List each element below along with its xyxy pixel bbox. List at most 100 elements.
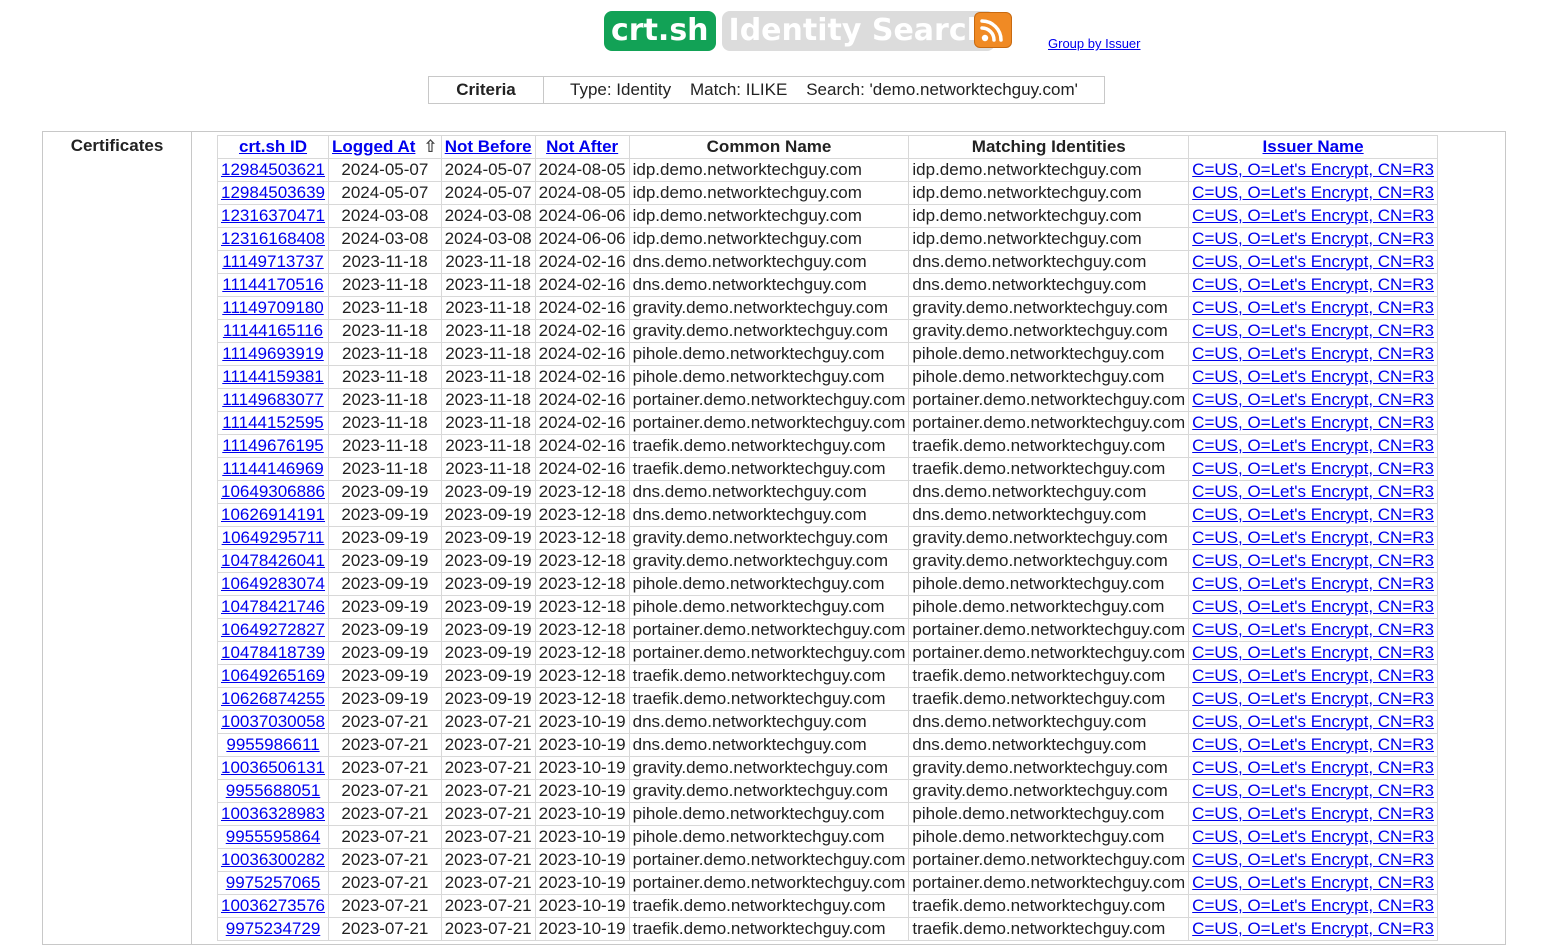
site-logo[interactable]: crt.sh Identity Search (604, 11, 995, 51)
issuer-name-cell[interactable]: C=US, O=Let's Encrypt, CN=R3 (1188, 733, 1438, 757)
issuer-name-cell[interactable]: C=US, O=Let's Encrypt, CN=R3 (1188, 250, 1438, 274)
issuer-name-link[interactable]: C=US, O=Let's Encrypt, CN=R3 (1192, 206, 1434, 225)
issuer-name-cell[interactable]: C=US, O=Let's Encrypt, CN=R3 (1188, 871, 1438, 895)
issuer-name-link[interactable]: C=US, O=Let's Encrypt, CN=R3 (1192, 298, 1434, 317)
issuer-name-cell[interactable]: C=US, O=Let's Encrypt, CN=R3 (1188, 342, 1438, 366)
cert-id-link[interactable]: 10036300282 (221, 850, 325, 869)
cert-id-link[interactable]: 11144170516 (222, 275, 323, 294)
issuer-name-link[interactable]: C=US, O=Let's Encrypt, CN=R3 (1192, 597, 1434, 616)
cert-id-cell[interactable]: 12984503639 (216, 181, 330, 205)
cert-id-cell[interactable]: 11144146969 (216, 457, 330, 481)
cert-id-link[interactable]: 10036273576 (221, 896, 325, 915)
issuer-name-link[interactable]: C=US, O=Let's Encrypt, CN=R3 (1192, 160, 1434, 179)
cert-id-cell[interactable]: 11149676195 (216, 434, 330, 458)
cert-id-link[interactable]: 10478418739 (221, 643, 325, 662)
cert-id-link[interactable]: 11149713737 (222, 252, 323, 271)
issuer-name-link[interactable]: C=US, O=Let's Encrypt, CN=R3 (1192, 183, 1434, 202)
issuer-name-link[interactable]: C=US, O=Let's Encrypt, CN=R3 (1192, 850, 1434, 869)
cert-id-link[interactable]: 9955595864 (226, 827, 321, 846)
issuer-name-cell[interactable]: C=US, O=Let's Encrypt, CN=R3 (1188, 894, 1438, 918)
cert-id-cell[interactable]: 11149709180 (216, 296, 330, 320)
issuer-name-link[interactable]: C=US, O=Let's Encrypt, CN=R3 (1192, 229, 1434, 248)
cert-id-link[interactable]: 10649295711 (222, 528, 325, 547)
issuer-name-link[interactable]: C=US, O=Let's Encrypt, CN=R3 (1192, 367, 1434, 386)
issuer-name-link[interactable]: C=US, O=Let's Encrypt, CN=R3 (1192, 459, 1434, 478)
cert-id-link[interactable]: 10626874255 (221, 689, 325, 708)
issuer-name-cell[interactable]: C=US, O=Let's Encrypt, CN=R3 (1188, 388, 1438, 412)
cert-id-link[interactable]: 11144152595 (222, 413, 323, 432)
cert-id-link[interactable]: 10036328983 (221, 804, 325, 823)
issuer-name-cell[interactable]: C=US, O=Let's Encrypt, CN=R3 (1188, 365, 1438, 389)
issuer-name-cell[interactable]: C=US, O=Let's Encrypt, CN=R3 (1188, 296, 1438, 320)
cert-id-cell[interactable]: 9955688051 (216, 779, 330, 803)
cert-id-link[interactable]: 12984503639 (221, 183, 325, 202)
col-header-issuer-name[interactable]: Issuer Name (1188, 135, 1438, 159)
issuer-name-link[interactable]: C=US, O=Let's Encrypt, CN=R3 (1192, 804, 1434, 823)
cert-id-cell[interactable]: 11149693919 (216, 342, 330, 366)
cert-id-cell[interactable]: 10037030058 (216, 710, 330, 734)
issuer-name-cell[interactable]: C=US, O=Let's Encrypt, CN=R3 (1188, 319, 1438, 343)
cert-id-link[interactable]: 9955688051 (226, 781, 321, 800)
issuer-name-cell[interactable]: C=US, O=Let's Encrypt, CN=R3 (1188, 802, 1438, 826)
cert-id-cell[interactable]: 10478426041 (216, 549, 330, 573)
cert-id-link[interactable]: 11144165116 (223, 321, 323, 340)
cert-id-link[interactable]: 11149693919 (222, 344, 323, 363)
cert-id-link[interactable]: 11144146969 (222, 459, 323, 478)
cert-id-cell[interactable]: 10036506131 (216, 756, 330, 780)
issuer-name-cell[interactable]: C=US, O=Let's Encrypt, CN=R3 (1188, 227, 1438, 251)
issuer-name-cell[interactable]: C=US, O=Let's Encrypt, CN=R3 (1188, 503, 1438, 527)
issuer-name-cell[interactable]: C=US, O=Let's Encrypt, CN=R3 (1188, 618, 1438, 642)
issuer-name-link[interactable]: C=US, O=Let's Encrypt, CN=R3 (1192, 574, 1434, 593)
issuer-name-cell[interactable]: C=US, O=Let's Encrypt, CN=R3 (1188, 687, 1438, 711)
cert-id-cell[interactable]: 11144165116 (216, 319, 330, 343)
cert-id-link[interactable]: 11149676195 (222, 436, 323, 455)
col-header-crtsh-id[interactable]: crt.sh ID (216, 135, 330, 159)
issuer-name-link[interactable]: C=US, O=Let's Encrypt, CN=R3 (1192, 735, 1434, 754)
cert-id-cell[interactable]: 10036328983 (216, 802, 330, 826)
cert-id-cell[interactable]: 10649283074 (216, 572, 330, 596)
issuer-name-link[interactable]: C=US, O=Let's Encrypt, CN=R3 (1192, 551, 1434, 570)
cert-id-cell[interactable]: 10036300282 (216, 848, 330, 872)
issuer-name-cell[interactable]: C=US, O=Let's Encrypt, CN=R3 (1188, 710, 1438, 734)
rss-feed-icon[interactable] (974, 12, 1012, 48)
cert-id-cell[interactable]: 10649306886 (216, 480, 330, 504)
cert-id-link[interactable]: 11149683077 (222, 390, 323, 409)
cert-id-link[interactable]: 10478426041 (221, 551, 325, 570)
cert-id-cell[interactable]: 10649295711 (216, 526, 330, 550)
issuer-name-cell[interactable]: C=US, O=Let's Encrypt, CN=R3 (1188, 434, 1438, 458)
cert-id-link[interactable]: 9975234729 (226, 919, 321, 938)
issuer-name-link[interactable]: C=US, O=Let's Encrypt, CN=R3 (1192, 689, 1434, 708)
issuer-name-link[interactable]: C=US, O=Let's Encrypt, CN=R3 (1192, 620, 1434, 639)
cert-id-link[interactable]: 12316370471 (221, 206, 325, 225)
cert-id-cell[interactable]: 10478421746 (216, 595, 330, 619)
cert-id-cell[interactable]: 10478418739 (216, 641, 330, 665)
issuer-name-cell[interactable]: C=US, O=Let's Encrypt, CN=R3 (1188, 457, 1438, 481)
issuer-name-link[interactable]: C=US, O=Let's Encrypt, CN=R3 (1192, 505, 1434, 524)
col-header-not-after[interactable]: Not After (534, 135, 630, 159)
cert-id-cell[interactable]: 11144152595 (216, 411, 330, 435)
issuer-name-cell[interactable]: C=US, O=Let's Encrypt, CN=R3 (1188, 480, 1438, 504)
issuer-name-link[interactable]: C=US, O=Let's Encrypt, CN=R3 (1192, 896, 1434, 915)
issuer-name-link[interactable]: C=US, O=Let's Encrypt, CN=R3 (1192, 873, 1434, 892)
cert-id-link[interactable]: 10649272827 (221, 620, 325, 639)
issuer-name-cell[interactable]: C=US, O=Let's Encrypt, CN=R3 (1188, 204, 1438, 228)
cert-id-cell[interactable]: 9955595864 (216, 825, 330, 849)
col-header-logged-at[interactable]: Logged At ⇧ (328, 135, 442, 159)
issuer-name-cell[interactable]: C=US, O=Let's Encrypt, CN=R3 (1188, 825, 1438, 849)
issuer-name-cell[interactable]: C=US, O=Let's Encrypt, CN=R3 (1188, 664, 1438, 688)
issuer-name-cell[interactable]: C=US, O=Let's Encrypt, CN=R3 (1188, 779, 1438, 803)
cert-id-cell[interactable]: 10649265169 (216, 664, 330, 688)
cert-id-cell[interactable]: 10626914191 (216, 503, 330, 527)
issuer-name-cell[interactable]: C=US, O=Let's Encrypt, CN=R3 (1188, 411, 1438, 435)
issuer-name-link[interactable]: C=US, O=Let's Encrypt, CN=R3 (1192, 528, 1434, 547)
cert-id-cell[interactable]: 11149713737 (216, 250, 330, 274)
cert-id-cell[interactable]: 12316168408 (216, 227, 330, 251)
issuer-name-link[interactable]: C=US, O=Let's Encrypt, CN=R3 (1192, 827, 1434, 846)
issuer-name-link[interactable]: C=US, O=Let's Encrypt, CN=R3 (1192, 666, 1434, 685)
issuer-name-cell[interactable]: C=US, O=Let's Encrypt, CN=R3 (1188, 641, 1438, 665)
cert-id-link[interactable]: 10036506131 (221, 758, 325, 777)
cert-id-link[interactable]: 10649265169 (221, 666, 325, 685)
cert-id-link[interactable]: 12984503621 (221, 160, 325, 179)
cert-id-cell[interactable]: 12316370471 (216, 204, 330, 228)
issuer-name-link[interactable]: C=US, O=Let's Encrypt, CN=R3 (1192, 643, 1434, 662)
